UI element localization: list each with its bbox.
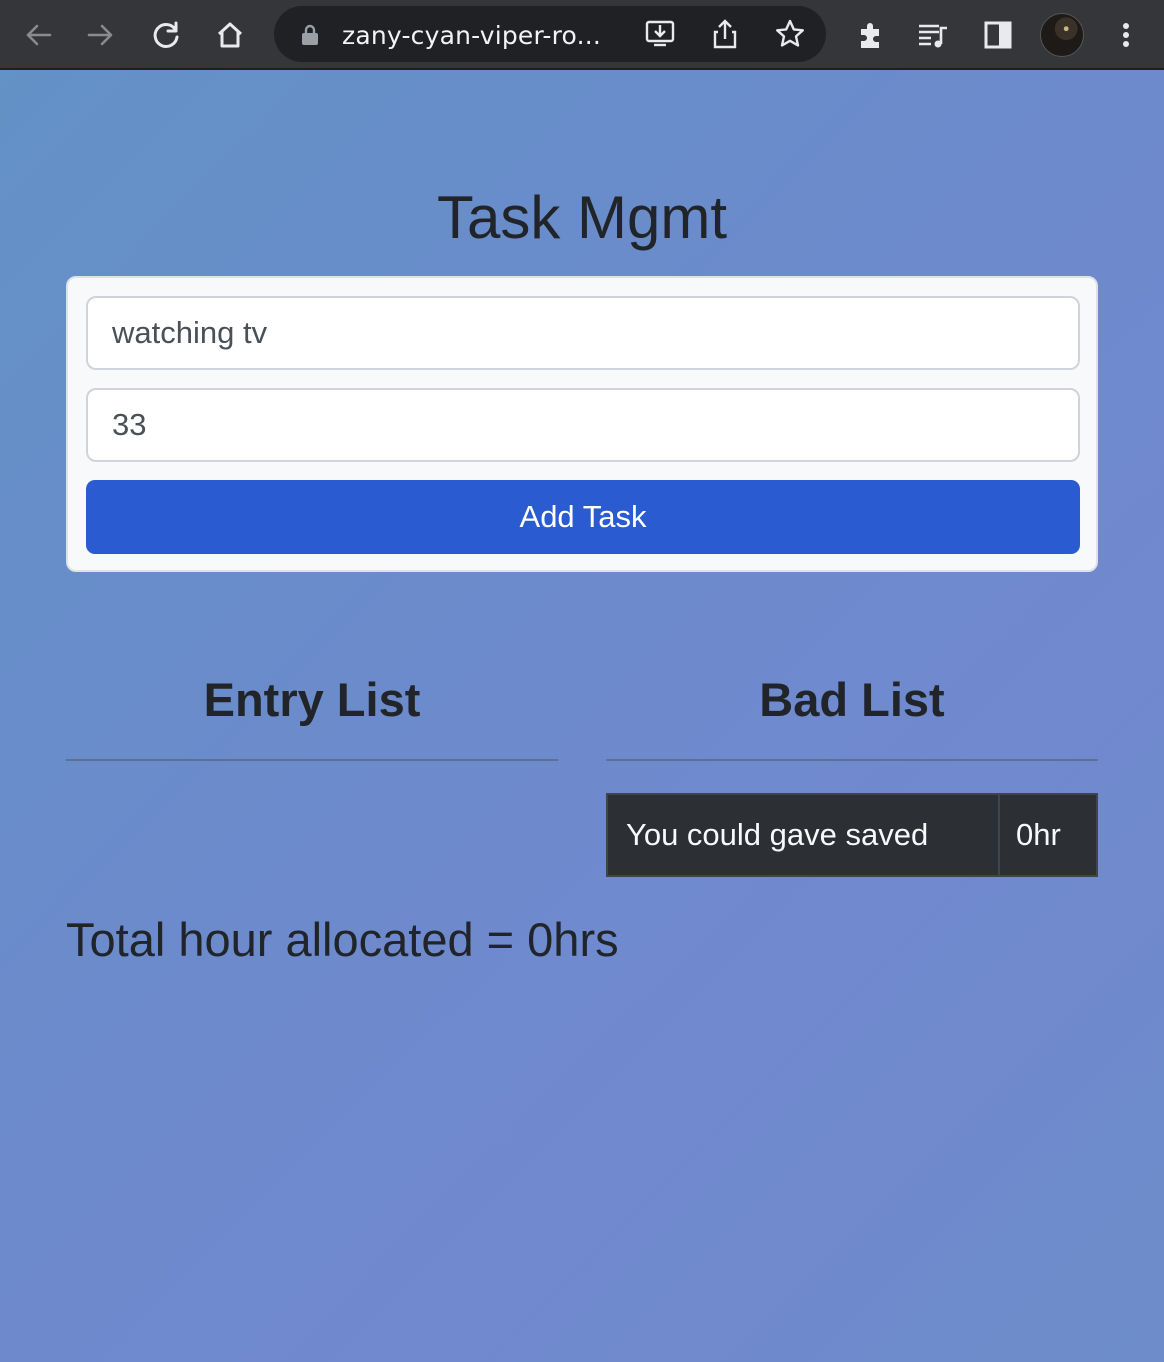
total-hours-text: Total hour allocated = 0hrs [66, 913, 619, 966]
lock-icon[interactable] [300, 24, 320, 51]
media-queue-icon[interactable] [912, 14, 954, 56]
browser-toolbar: zany-cyan-viper-ro... [0, 0, 1164, 70]
saved-hours-table: You could gave saved 0hr [606, 793, 1098, 877]
bookmark-star-icon[interactable] [774, 18, 806, 55]
extensions-icon[interactable] [850, 14, 892, 56]
share-icon[interactable] [710, 18, 740, 55]
url-text[interactable]: zany-cyan-viper-ro... [342, 21, 601, 50]
saved-hours-value: 0hr [1016, 817, 1061, 852]
side-panel-icon[interactable] [977, 14, 1019, 56]
task-form-card: Add Task [66, 276, 1098, 572]
more-menu-icon[interactable] [1105, 14, 1147, 56]
profile-avatar[interactable] [1040, 13, 1084, 57]
hours-input[interactable] [86, 388, 1080, 462]
bad-list-heading: Bad List [759, 673, 945, 726]
page-title: Task Mgmt [436, 184, 728, 251]
add-task-button[interactable]: Add Task [86, 480, 1080, 554]
address-bar[interactable]: zany-cyan-viper-ro... [274, 6, 826, 62]
entry-list-heading: Entry List [203, 673, 421, 726]
forward-arrow-icon[interactable] [80, 14, 122, 56]
saved-hours-label: You could gave saved [608, 795, 1000, 875]
reload-icon[interactable] [145, 14, 187, 56]
back-arrow-icon[interactable] [17, 14, 59, 56]
task-input[interactable] [86, 296, 1080, 370]
install-icon[interactable] [644, 18, 676, 55]
bad-list-divider [606, 759, 1098, 761]
entry-list-divider [66, 759, 558, 761]
home-icon[interactable] [209, 14, 251, 56]
